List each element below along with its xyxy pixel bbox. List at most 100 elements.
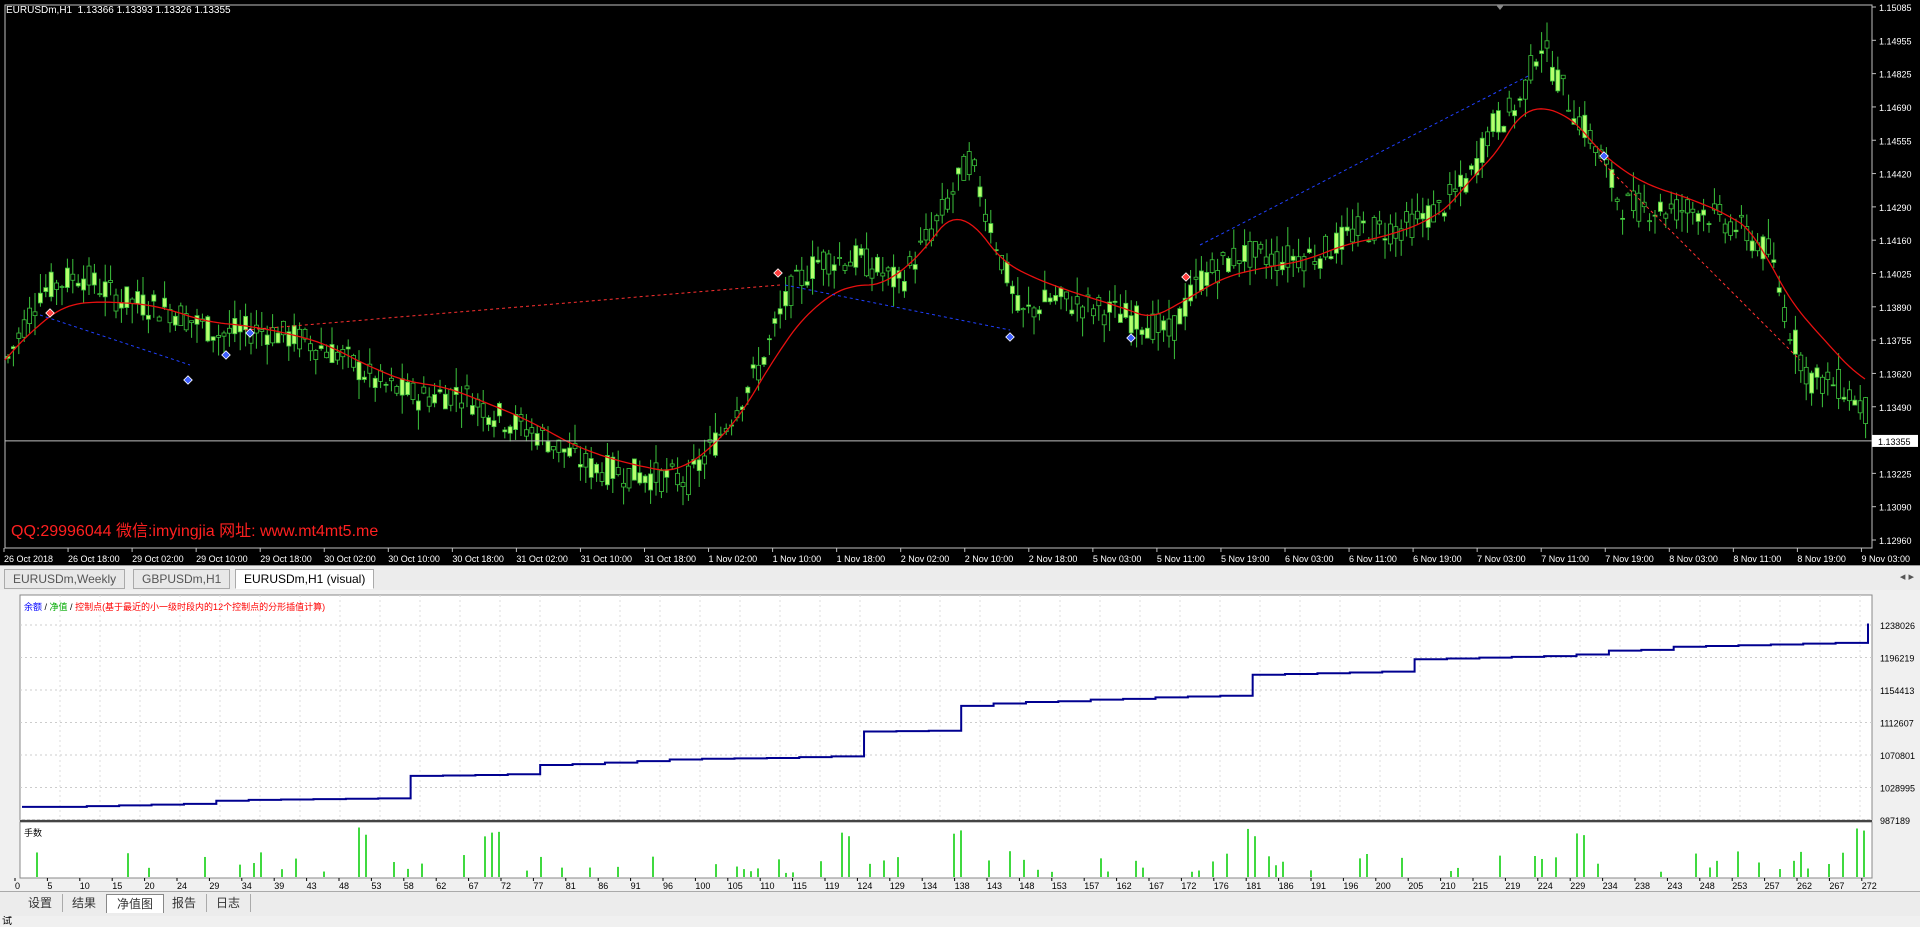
candle-body	[1231, 247, 1237, 267]
candle	[513, 405, 518, 440]
candle-body	[664, 469, 670, 478]
price-chart[interactable]: 1.15085 1.14955 1.14825 1.14690 1.14555 1.144…	[0, 0, 1920, 565]
candle	[810, 240, 815, 295]
candle-body	[1371, 217, 1377, 241]
equity-x-label: 62	[436, 881, 446, 890]
tab-eurusd-weekly[interactable]: EURUSDm,Weekly	[4, 569, 126, 589]
candle	[621, 468, 626, 505]
candle	[496, 401, 502, 423]
candle	[1139, 326, 1145, 345]
candle-body	[594, 463, 599, 474]
candle-body	[837, 257, 842, 260]
candle-body	[599, 472, 605, 482]
candle	[1080, 304, 1085, 337]
candle	[875, 253, 880, 276]
candle	[1825, 362, 1831, 396]
current-price-label: 1.13355	[1878, 437, 1911, 447]
equity-y-label: 1112607	[1880, 719, 1914, 729]
time-label: 7 Nov 19:00	[1605, 554, 1654, 564]
price-label: 1.12960	[1879, 536, 1912, 546]
candle-body	[1512, 110, 1517, 117]
candle-body	[1668, 203, 1674, 210]
candle	[1863, 396, 1868, 439]
scroll-left-icon[interactable]: ◂	[1900, 571, 1906, 583]
price-label: 1.13090	[1879, 503, 1912, 513]
candle-body	[216, 335, 222, 338]
candle-body	[794, 269, 799, 272]
price-label: 1.13490	[1879, 403, 1912, 413]
price-chart-canvas[interactable]: 1.15085 1.14955 1.14825 1.14690 1.14555 1.144…	[0, 0, 1920, 565]
candle-body	[1458, 174, 1463, 188]
candle	[75, 274, 81, 288]
candle	[491, 410, 497, 438]
candle	[961, 153, 967, 181]
candle-body	[1010, 285, 1015, 295]
candle	[388, 367, 394, 392]
candle-body	[27, 307, 33, 324]
scroll-right-icon[interactable]: ▸	[1908, 571, 1914, 583]
candle	[151, 290, 157, 318]
tab-report[interactable]: 报告	[162, 894, 208, 912]
candle-body	[1258, 243, 1264, 250]
candle	[1350, 209, 1355, 252]
candle-body	[464, 385, 470, 390]
lots-label: 手数	[24, 828, 43, 838]
candle	[27, 296, 33, 334]
tab-equity-graph[interactable]: 净值图	[106, 894, 165, 913]
candle	[264, 325, 270, 365]
candle-body	[761, 357, 767, 365]
candle	[1604, 147, 1609, 178]
candle-body	[81, 278, 86, 291]
candle-body	[1096, 297, 1102, 307]
candle-body	[1253, 241, 1258, 258]
candle	[1307, 237, 1312, 254]
candle-body	[1420, 212, 1426, 220]
equity-x-label: 10	[80, 881, 90, 890]
tab-settings[interactable]: 设置	[18, 894, 64, 912]
tab-results[interactable]: 结果	[62, 894, 108, 912]
candle	[659, 468, 664, 499]
candle	[1377, 210, 1382, 235]
candle	[1695, 210, 1701, 235]
candle	[1506, 90, 1512, 117]
candle-body	[1782, 307, 1787, 322]
candle	[189, 320, 195, 338]
candle	[696, 448, 702, 487]
time-label: 8 Nov 19:00	[1797, 554, 1846, 564]
time-label: 26 Oct 2018	[4, 554, 53, 564]
candle-body	[1274, 251, 1280, 271]
tab-gbpusd-h1[interactable]: GBPUSDm,H1	[133, 569, 231, 589]
candle-body	[853, 245, 859, 268]
tab-journal[interactable]: 日志	[206, 894, 252, 912]
candle-body	[1841, 396, 1847, 400]
candle	[1371, 215, 1377, 245]
candle-body	[950, 191, 956, 195]
candle-body	[1663, 213, 1669, 219]
candle-body	[578, 464, 583, 468]
candle	[615, 450, 621, 477]
candle-body	[1809, 372, 1814, 394]
tab-eurusd-h1-visual[interactable]: EURUSDm,H1 (visual)	[235, 569, 375, 589]
candle-body	[1031, 307, 1037, 318]
equity-x-label: 143	[987, 881, 1002, 890]
equity-x-label: 196	[1343, 881, 1358, 890]
candle	[361, 370, 367, 383]
tab-scroll-arrows[interactable]: ◂ ▸	[1900, 570, 1914, 583]
candle	[1474, 140, 1480, 184]
price-label: 1.14955	[1879, 36, 1912, 46]
candle-body	[534, 433, 540, 446]
candle-body	[615, 467, 621, 476]
candle-body	[172, 315, 178, 326]
candle	[1706, 221, 1712, 233]
candle	[464, 374, 470, 408]
candle-body	[459, 402, 465, 409]
candle	[561, 448, 567, 468]
candle-body	[648, 473, 653, 491]
candle-body	[1047, 297, 1053, 303]
candle-body	[756, 364, 761, 381]
shift-marker-icon	[1496, 5, 1504, 10]
candle-body	[513, 414, 518, 430]
candle	[172, 311, 178, 332]
candle-body	[372, 377, 378, 389]
candle-body	[469, 405, 475, 415]
